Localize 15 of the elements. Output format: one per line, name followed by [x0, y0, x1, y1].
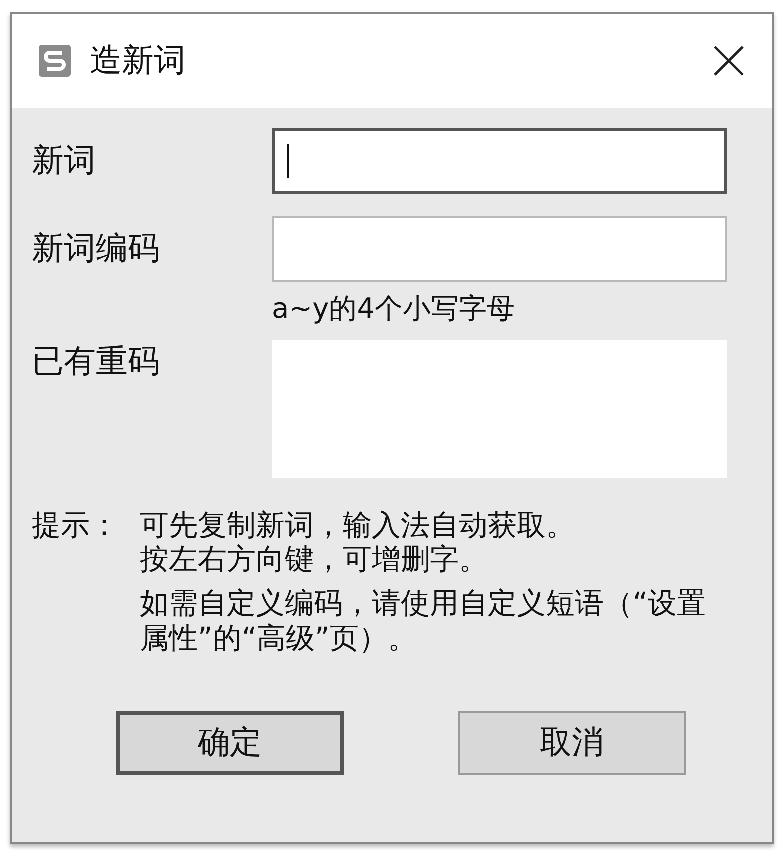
- ok-button[interactable]: 确定: [116, 710, 344, 775]
- input-field[interactable]: [272, 128, 727, 194]
- input-field[interactable]: [272, 216, 727, 282]
- close-icon[interactable]: [712, 44, 746, 78]
- hint-label: 提示：: [32, 508, 120, 544]
- hint-text: 按左右方向键，可增删字。: [140, 542, 489, 576]
- field-label: 已有重码: [32, 341, 161, 382]
- window-title: 造新词: [90, 40, 187, 81]
- field-label: 新词编码: [32, 228, 161, 269]
- cancel-button[interactable]: 取消: [458, 710, 686, 775]
- hint-text: 如需自定义编码，请使用自定义短语（“设置属性”的“高级”页）。: [140, 586, 708, 655]
- hint-text: 可先复制新词，输入法自动获取。: [140, 508, 576, 542]
- s-logo-icon: [38, 44, 72, 78]
- field-note: a~y的4个小写字母: [272, 292, 516, 325]
- field-label: 新词: [32, 140, 97, 181]
